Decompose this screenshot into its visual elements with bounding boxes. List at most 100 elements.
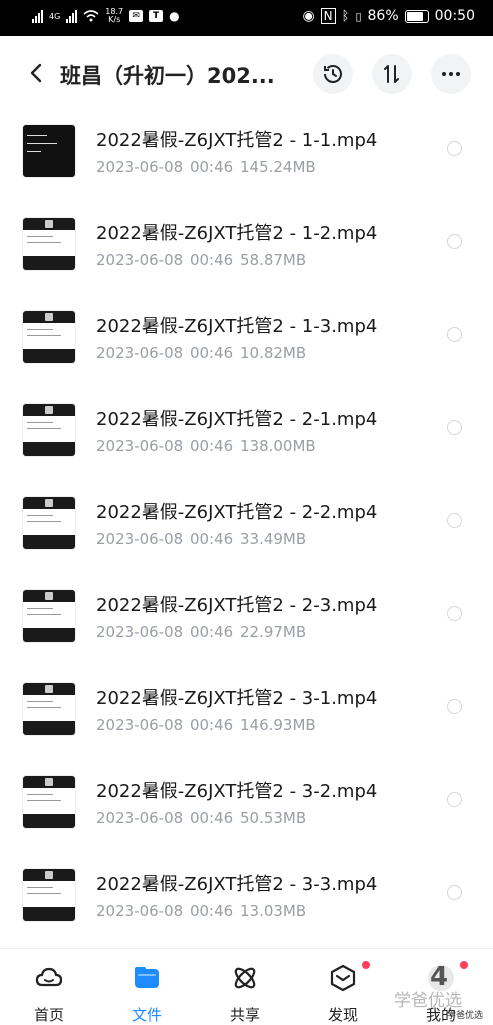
mine-badge-dot bbox=[460, 961, 468, 969]
video-thumbnail bbox=[22, 403, 76, 457]
sort-button[interactable] bbox=[372, 54, 412, 94]
file-meta: 2023-06-08 00:46 146.93MB bbox=[96, 716, 316, 734]
video-thumbnail bbox=[22, 217, 76, 271]
tab-files-label: 文件 bbox=[131, 1006, 162, 1024]
file-name: 2022暑假-Z6JXT托管2 - 3-3.mp4 bbox=[96, 874, 378, 895]
file-meta: 2023-06-08 00:46 33.49MB bbox=[96, 530, 306, 548]
file-name: 2022暑假-Z6JXT托管2 - 1-3.mp4 bbox=[96, 316, 378, 337]
history-button[interactable] bbox=[313, 54, 353, 94]
select-radio[interactable] bbox=[447, 327, 462, 342]
video-thumbnail bbox=[22, 868, 76, 922]
vibrate-icon: ▯ bbox=[355, 9, 362, 23]
tab-discover-label: 发现 bbox=[327, 1006, 358, 1024]
file-size: 138.00MB bbox=[239, 437, 316, 455]
discover-cube-icon bbox=[330, 964, 356, 992]
tab-home[interactable]: 首页 bbox=[0, 949, 98, 1025]
history-icon bbox=[324, 65, 342, 83]
file-meta: 2023-06-08 00:46 10.82MB bbox=[96, 344, 306, 362]
select-radio[interactable] bbox=[447, 420, 462, 435]
tab-discover[interactable]: 发现 bbox=[294, 949, 392, 1025]
battery-icon bbox=[404, 9, 429, 23]
file-size: 22.97MB bbox=[239, 623, 307, 641]
file-date: 2023-06-08 bbox=[96, 437, 184, 455]
sort-icon bbox=[384, 65, 399, 83]
cloud-icon bbox=[35, 967, 63, 987]
file-name: 2022暑假-Z6JXT托管2 - 1-1.mp4 bbox=[96, 130, 378, 151]
more-button[interactable] bbox=[431, 54, 471, 94]
file-size: 58.87MB bbox=[239, 251, 307, 269]
file-date: 2023-06-08 bbox=[96, 251, 184, 269]
list-item[interactable]: 2022暑假-Z6JXT托管2 - 1-1.mp4 2023-06-08 00:4… bbox=[0, 104, 493, 197]
list-item[interactable]: 2022暑假-Z6JXT托管2 - 2-3.mp4 2023-06-08 00:4… bbox=[0, 569, 493, 662]
back-button[interactable] bbox=[22, 58, 52, 88]
file-size: 146.93MB bbox=[239, 716, 316, 734]
file-date: 2023-06-08 bbox=[96, 530, 184, 548]
list-item[interactable]: 2022暑假-Z6JXT托管2 - 2-1.mp4 2023-06-08 00:4… bbox=[0, 383, 493, 476]
select-radio[interactable] bbox=[447, 885, 462, 900]
tab-share-label: 共享 bbox=[229, 1006, 260, 1024]
file-name: 2022暑假-Z6JXT托管2 - 3-1.mp4 bbox=[96, 688, 378, 709]
list-item[interactable]: 2022暑假-Z6JXT托管2 - 3-2.mp4 2023-06-08 00:4… bbox=[0, 755, 493, 848]
file-size: 13.03MB bbox=[239, 902, 307, 920]
file-meta: 2023-06-08 00:46 22.97MB bbox=[96, 623, 306, 641]
file-time: 00:46 bbox=[189, 158, 234, 176]
file-date: 2023-06-08 bbox=[96, 902, 184, 920]
network-speed: 18.7 K/s bbox=[105, 7, 124, 24]
file-time: 00:46 bbox=[189, 716, 234, 734]
tab-files[interactable]: 文件 bbox=[98, 949, 196, 1025]
select-radio[interactable] bbox=[447, 513, 462, 528]
file-date: 2023-06-08 bbox=[96, 623, 184, 641]
list-item[interactable]: 2022暑假-Z6JXT托管2 - 1-2.mp4 2023-06-08 00:4… bbox=[0, 197, 493, 290]
signal-icon bbox=[32, 9, 43, 23]
file-name: 2022暑假-Z6JXT托管2 - 2-3.mp4 bbox=[96, 595, 378, 616]
folder-icon bbox=[135, 967, 159, 988]
tab-share[interactable]: 共享 bbox=[196, 949, 294, 1025]
video-thumbnail bbox=[22, 496, 76, 550]
file-meta: 2023-06-08 00:46 145.24MB bbox=[96, 158, 316, 176]
file-date: 2023-06-08 bbox=[96, 809, 184, 827]
select-radio[interactable] bbox=[447, 699, 462, 714]
list-item[interactable]: 2022暑假-Z6JXT托管2 - 3-1.mp4 2023-06-08 00:4… bbox=[0, 662, 493, 755]
more-icon bbox=[442, 72, 460, 76]
file-time: 00:46 bbox=[189, 344, 234, 362]
file-size: 10.82MB bbox=[239, 344, 307, 362]
file-meta: 2023-06-08 00:46 13.03MB bbox=[96, 902, 306, 920]
clock: 00:50 bbox=[434, 8, 475, 24]
file-name: 2022暑假-Z6JXT托管2 - 2-2.mp4 bbox=[96, 502, 378, 523]
select-radio[interactable] bbox=[447, 234, 462, 249]
status-left: 4G 18.7 K/s ✉ T ● bbox=[32, 8, 180, 24]
watermark-small: 学爸优选 bbox=[447, 1011, 484, 1021]
eye-icon: ◉ bbox=[302, 8, 315, 24]
signal-icon-2 bbox=[66, 9, 78, 23]
bluetooth-icon: ᛒ bbox=[341, 8, 350, 24]
file-size: 33.49MB bbox=[239, 530, 307, 548]
discover-badge-dot bbox=[362, 961, 370, 969]
file-name: 2022暑假-Z6JXT托管2 - 3-2.mp4 bbox=[96, 781, 378, 802]
page-title: 班昌（升初一）202... bbox=[60, 64, 275, 88]
list-item[interactable]: 2022暑假-Z6JXT托管2 - 3-3.mp4 2023-06-08 00:4… bbox=[0, 848, 493, 941]
file-date: 2023-06-08 bbox=[96, 716, 184, 734]
battery-percent: 86% bbox=[367, 8, 399, 24]
file-name: 2022暑假-Z6JXT托管2 - 2-1.mp4 bbox=[96, 409, 378, 430]
list-item[interactable]: 2022暑假-Z6JXT托管2 - 2-2.mp4 2023-06-08 00:4… bbox=[0, 476, 493, 569]
list-item[interactable]: 2022暑假-Z6JXT托管2 - 1-3.mp4 2023-06-08 00:4… bbox=[0, 290, 493, 383]
t-app-icon: T bbox=[149, 10, 164, 22]
file-date: 2023-06-08 bbox=[96, 158, 184, 176]
back-icon bbox=[30, 63, 42, 83]
file-time: 00:46 bbox=[189, 530, 234, 548]
video-thumbnail bbox=[22, 682, 76, 736]
file-time: 00:46 bbox=[189, 902, 234, 920]
file-time: 00:46 bbox=[189, 437, 234, 455]
file-list: 2022暑假-Z6JXT托管2 - 1-1.mp4 2023-06-08 00:4… bbox=[0, 104, 493, 941]
file-size: 145.24MB bbox=[239, 158, 316, 176]
select-radio[interactable] bbox=[447, 792, 462, 807]
status-bar: 4G 18.7 K/s ✉ T ● ◉ N ᛒ ▯ 86% 00:50 bbox=[0, 0, 493, 36]
file-time: 00:46 bbox=[189, 623, 234, 641]
file-meta: 2023-06-08 00:46 138.00MB bbox=[96, 437, 316, 455]
select-radio[interactable] bbox=[447, 606, 462, 621]
select-radio[interactable] bbox=[447, 141, 462, 156]
network-type: 4G bbox=[49, 11, 61, 21]
video-thumbnail bbox=[22, 310, 76, 364]
wifi-icon bbox=[83, 10, 99, 22]
video-thumbnail bbox=[22, 124, 76, 178]
